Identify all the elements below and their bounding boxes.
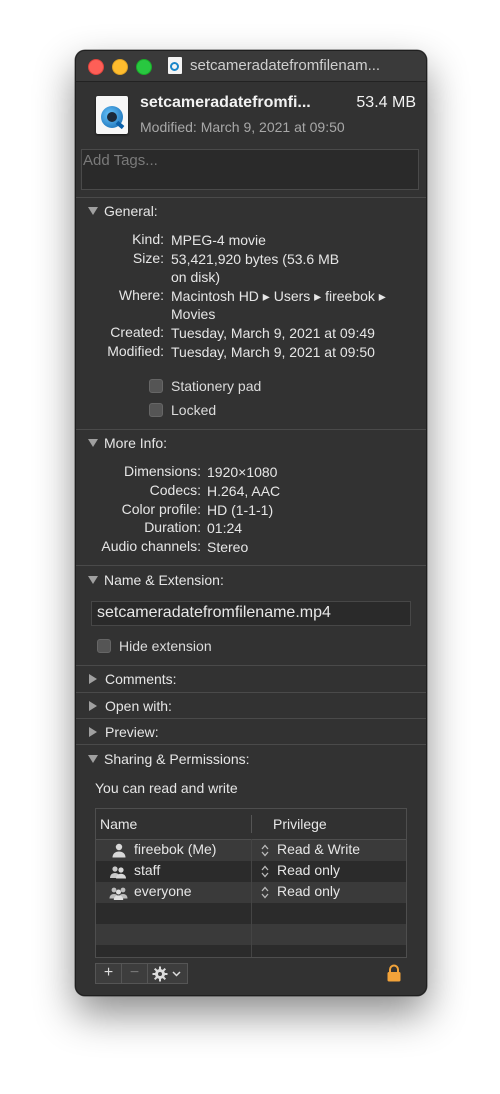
quicktime-file-icon bbox=[168, 57, 182, 74]
hide-extension-checkbox[interactable] bbox=[97, 639, 111, 653]
sharing-title: Sharing & Permissions: bbox=[104, 751, 250, 767]
more-info-title: More Info: bbox=[104, 435, 168, 451]
color-profile-value: HD (1-1-1) bbox=[207, 502, 274, 518]
everyone-name: everyone bbox=[134, 883, 192, 899]
divider bbox=[76, 197, 426, 198]
codecs-value: H.264, AAC bbox=[207, 483, 281, 499]
comments-section-header[interactable]: Comments: bbox=[88, 671, 177, 687]
preview-section-header[interactable]: Preview: bbox=[88, 724, 159, 740]
divider bbox=[76, 429, 426, 430]
user-privilege[interactable]: Read & Write bbox=[277, 841, 360, 857]
size-value-line1: 53,421,920 bytes (53.6 MB bbox=[171, 251, 340, 267]
action-menu-button[interactable] bbox=[147, 963, 188, 984]
hide-extension-label: Hide extension bbox=[119, 638, 212, 654]
disclosure-right-icon bbox=[89, 674, 97, 684]
chevron-down-icon bbox=[172, 971, 181, 977]
where-label: Where: bbox=[118, 287, 164, 303]
group-privilege[interactable]: Read only bbox=[277, 862, 340, 878]
kind-value: MPEG-4 movie bbox=[171, 232, 266, 248]
general-title: General: bbox=[104, 203, 158, 219]
duration-value: 01:24 bbox=[207, 520, 243, 536]
kind-label: Kind: bbox=[132, 231, 164, 247]
locked-label: Locked bbox=[171, 402, 217, 418]
more-info-section-header[interactable]: More Info: bbox=[88, 435, 167, 451]
disclosure-down-icon bbox=[88, 576, 98, 584]
where-value-line1: Macintosh HD ▸ Users ▸ fireebok ▸ bbox=[171, 288, 386, 304]
movie-file-icon bbox=[96, 96, 128, 134]
divider bbox=[76, 665, 426, 666]
open-with-section-header[interactable]: Open with: bbox=[88, 698, 172, 714]
disclosure-right-icon bbox=[89, 727, 97, 737]
size-label: Size: bbox=[132, 250, 164, 266]
name-extension-title: Name & Extension: bbox=[104, 572, 224, 588]
disclosure-down-icon bbox=[88, 439, 98, 447]
created-label: Created: bbox=[110, 324, 164, 340]
preview-title: Preview: bbox=[105, 724, 159, 740]
column-separator bbox=[251, 839, 252, 957]
divider bbox=[76, 692, 426, 693]
zoom-button[interactable] bbox=[136, 59, 152, 75]
filename-input[interactable]: setcameradatefromfilename.mp4 bbox=[91, 601, 411, 626]
stationery-pad-label: Stationery pad bbox=[171, 378, 262, 394]
created-value: Tuesday, March 9, 2021 at 09:49 bbox=[171, 325, 375, 341]
audio-channels-value: Stereo bbox=[207, 539, 249, 555]
divider bbox=[76, 718, 426, 719]
disclosure-down-icon bbox=[88, 755, 98, 763]
up-down-chevron-icon[interactable] bbox=[260, 843, 270, 858]
group-icon bbox=[110, 866, 126, 879]
sharing-section-header[interactable]: Sharing & Permissions: bbox=[88, 751, 250, 767]
minimize-button[interactable] bbox=[112, 59, 128, 75]
column-header-privilege[interactable]: Privilege bbox=[273, 816, 327, 832]
where-value-line2: Movies bbox=[171, 306, 216, 322]
codecs-label: Codecs: bbox=[149, 482, 201, 498]
stationery-pad-checkbox[interactable] bbox=[149, 379, 163, 393]
size-value-line2: on disk) bbox=[171, 269, 221, 285]
user-icon bbox=[112, 843, 126, 858]
up-down-chevron-icon[interactable] bbox=[260, 885, 270, 900]
file-size: 53.4 MB bbox=[356, 94, 416, 111]
everyone-privilege[interactable]: Read only bbox=[277, 883, 340, 899]
user-name: fireebok (Me) bbox=[134, 841, 217, 857]
table-header: Name Privilege bbox=[96, 809, 406, 840]
add-user-button[interactable]: + bbox=[95, 963, 122, 984]
disclosure-right-icon bbox=[89, 701, 97, 711]
permission-summary: You can read and write bbox=[95, 780, 238, 796]
title-bar[interactable]: setcameradatefromfilenam... bbox=[76, 51, 426, 82]
dimensions-value: 1920×1080 bbox=[207, 464, 278, 480]
tags-input[interactable]: Add Tags... bbox=[81, 149, 419, 190]
close-button[interactable] bbox=[88, 59, 104, 75]
duration-label: Duration: bbox=[144, 519, 201, 535]
audio-channels-label: Audio channels: bbox=[101, 538, 201, 554]
comments-title: Comments: bbox=[105, 671, 177, 687]
everyone-icon bbox=[109, 887, 128, 900]
divider bbox=[76, 744, 426, 745]
name-extension-section-header[interactable]: Name & Extension: bbox=[88, 572, 224, 588]
column-header-name[interactable]: Name bbox=[100, 816, 137, 832]
color-profile-label: Color profile: bbox=[121, 501, 201, 517]
permissions-table: Name Privilege fireebok (Me) Read & Writ… bbox=[95, 808, 407, 958]
remove-user-button[interactable]: − bbox=[121, 963, 148, 984]
window-title: setcameradatefromfilenam... bbox=[190, 57, 381, 74]
disclosure-down-icon bbox=[88, 207, 98, 215]
up-down-chevron-icon[interactable] bbox=[260, 864, 270, 879]
gear-icon bbox=[152, 966, 181, 982]
general-section-header[interactable]: General: bbox=[88, 203, 158, 219]
divider bbox=[76, 565, 426, 566]
column-separator bbox=[251, 815, 252, 833]
get-info-window: setcameradatefromfilenam... setcameradat… bbox=[75, 50, 427, 996]
group-name: staff bbox=[134, 862, 161, 878]
open-with-title: Open with: bbox=[105, 698, 172, 714]
modified-value: Tuesday, March 9, 2021 at 09:50 bbox=[171, 344, 375, 360]
locked-checkbox[interactable] bbox=[149, 403, 163, 417]
file-name-heading: setcameradatefromfi... bbox=[140, 94, 311, 111]
modified-label: Modified: bbox=[107, 343, 164, 359]
modified-date: Modified: March 9, 2021 at 09:50 bbox=[140, 119, 345, 135]
dimensions-label: Dimensions: bbox=[123, 463, 201, 479]
lock-icon[interactable] bbox=[386, 964, 402, 982]
